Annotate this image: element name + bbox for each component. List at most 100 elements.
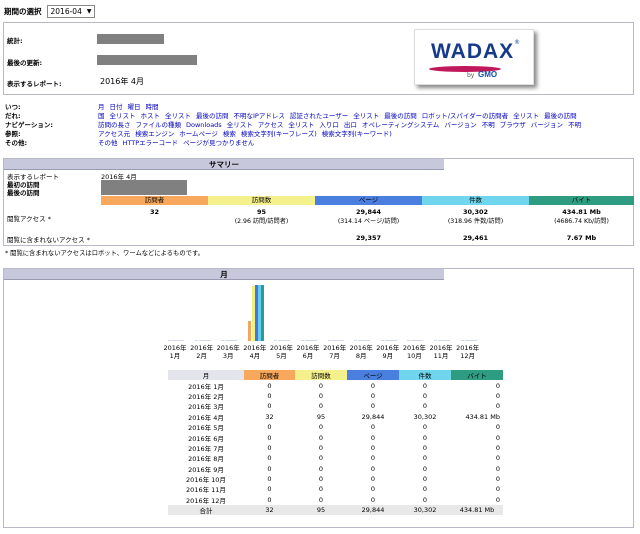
- total-visitors: 32: [265, 506, 274, 515]
- nav-key: ナビゲーション:: [5, 121, 53, 129]
- row-bytes: 0: [495, 475, 500, 484]
- table-row: 2016年 6月 0 0 0 0 0: [168, 432, 503, 443]
- row-visits: 0: [318, 464, 324, 473]
- nav-link[interactable]: 検索エンジン: [135, 130, 174, 138]
- total-hits: 30,302: [413, 506, 437, 515]
- bar-bytes-8: [367, 340, 371, 341]
- row-visits: 0: [318, 443, 324, 452]
- nav-link[interactable]: バージョン: [444, 121, 476, 129]
- table-row: 2016年 3月 0 0 0 0 0: [168, 401, 503, 411]
- bar-bytes-6: [314, 340, 317, 341]
- nontraffic-bytes: 7.67 Mb: [566, 234, 597, 242]
- nav-link[interactable]: 最後の訪問: [196, 112, 229, 120]
- nav-link[interactable]: バージョン: [531, 121, 563, 129]
- x-tick-month: 1月: [169, 352, 181, 360]
- nav-link[interactable]: 全リスト: [227, 121, 253, 129]
- row-hits: 0: [422, 381, 428, 390]
- row-bytes: 0: [495, 464, 500, 473]
- nav-link[interactable]: 日付: [110, 103, 123, 111]
- bar-visitors-4: [247, 321, 251, 341]
- nav-link[interactable]: 検索: [223, 130, 236, 138]
- logo-company: GMO: [478, 70, 498, 79]
- row-hits: 0: [422, 464, 428, 473]
- nav-link[interactable]: 訪問の長さ: [98, 121, 131, 129]
- x-tick-label: 2016年 3月: [215, 344, 241, 360]
- row-month: 2016年 9月: [188, 465, 224, 474]
- nav-link[interactable]: オペレーティングシステム: [362, 121, 439, 129]
- nav-link[interactable]: 全リスト: [513, 112, 539, 120]
- nav-link[interactable]: ブラウザ: [500, 121, 526, 129]
- row-hits: 0: [422, 402, 428, 411]
- nav-link[interactable]: 出口: [344, 121, 357, 129]
- nav-link[interactable]: HTTPエラーコード: [123, 139, 179, 147]
- x-tick-month: 4月: [249, 352, 261, 360]
- total-label: 合計: [199, 507, 213, 516]
- nav-link[interactable]: ホームページ: [179, 130, 218, 138]
- nav-link[interactable]: Downloads: [186, 121, 222, 129]
- row-bytes: 434.81 Mb: [465, 412, 500, 421]
- nav-link[interactable]: 検索文字列(キーフレーズ): [241, 130, 317, 138]
- nav-link[interactable]: 不明なIPアドレス: [234, 112, 285, 120]
- nav-row-navigation: ナビゲーション: 訪問の長さ ファイルの種類 Downloads 全リスト アクセス 全リ…: [3, 121, 586, 130]
- row-visitors: 0: [267, 402, 272, 411]
- x-tick-month: 6月: [302, 352, 314, 360]
- x-tick-month: 7月: [329, 352, 340, 360]
- nav-links: アクセス元 検索エンジン ホームページ 検索 検索文字列(キーフレーズ) 検索文字列(キー…: [98, 130, 397, 139]
- nav-link[interactable]: その他: [98, 139, 118, 147]
- row-hits: 30,302: [413, 412, 437, 421]
- traffic-visits-sub: (2.96 訪問/訪問者): [234, 218, 289, 225]
- x-tick-month: 5月: [276, 352, 287, 360]
- logo-by: by: [467, 72, 475, 79]
- period-select[interactable]: 2016-04 ▼: [46, 4, 96, 18]
- stats-value-redacted: [97, 34, 164, 44]
- row-pages: 0: [370, 443, 376, 452]
- nav-link[interactable]: 月: [98, 103, 105, 111]
- x-tick-month: 8月: [355, 352, 367, 360]
- x-tick-label: 2016年 6月: [295, 344, 321, 360]
- nav-link[interactable]: 全リスト: [288, 121, 314, 129]
- traffic-pages-sub: (314.14 ページ/訪問): [337, 218, 400, 225]
- x-tick-year: 2016年: [163, 344, 187, 352]
- nav-link[interactable]: 国: [98, 112, 105, 120]
- row-pages: 0: [370, 391, 376, 400]
- monthly-section: 月 2016年 1月 2016年 2月 2016年 3月 2016年 4月 2016年 5月 201…: [3, 268, 634, 528]
- total-pages: 29,844: [361, 506, 385, 515]
- nav-link[interactable]: 時間: [146, 103, 159, 111]
- row-visits: 0: [318, 402, 324, 411]
- row-visitors: 0: [267, 495, 272, 504]
- nav-link[interactable]: 入り口: [319, 121, 339, 129]
- row-visits: 0: [318, 485, 324, 494]
- nav-link[interactable]: 最後の訪問: [384, 112, 417, 120]
- nav-link[interactable]: アクセス: [258, 121, 284, 129]
- nav-link[interactable]: 全リスト: [165, 112, 191, 120]
- row-hits: 0: [422, 495, 428, 504]
- row-visits: 0: [318, 475, 324, 484]
- nav-link[interactable]: 検索文字列(キーワード): [322, 130, 392, 138]
- nav-link[interactable]: ページが見つかりません: [183, 139, 254, 147]
- updated-label: 最後の更新:: [7, 59, 43, 67]
- row-hits: 0: [422, 433, 428, 442]
- bar-bytes-3: [234, 340, 238, 341]
- nav-link[interactable]: アクセス元: [98, 130, 130, 138]
- nav-key: だれ:: [5, 112, 21, 120]
- x-tick-year: 2016年: [323, 344, 347, 352]
- nav-link[interactable]: 不明: [482, 121, 495, 129]
- x-tick-label: 2016年 11月: [428, 344, 454, 360]
- x-tick-year: 2016年: [402, 344, 426, 352]
- nav-link[interactable]: ホスト: [141, 112, 161, 120]
- nav-link[interactable]: ファイルの種類: [136, 121, 182, 129]
- row-pages: 0: [370, 475, 376, 484]
- row-bytes: 0: [495, 454, 500, 463]
- nav-link[interactable]: 曜日: [128, 103, 141, 111]
- nav-key: その他:: [5, 139, 28, 147]
- bar-bytes-10: [420, 340, 424, 341]
- table-total-row: 合計 32 95 29,844 30,302 434.81 Mb: [168, 505, 503, 516]
- nav-link[interactable]: ロボット/スパイダーの訪問者: [422, 112, 508, 120]
- bar-visitors-11: [434, 340, 437, 341]
- nav-link[interactable]: 全リスト: [353, 112, 379, 120]
- nav-link[interactable]: 認証されたユーザー: [290, 112, 348, 120]
- row-month: 2016年 7月: [188, 444, 224, 453]
- nav-link[interactable]: 最後の訪問: [544, 112, 577, 120]
- nav-link[interactable]: 不明: [568, 121, 581, 129]
- nav-link[interactable]: 全リスト: [110, 112, 136, 120]
